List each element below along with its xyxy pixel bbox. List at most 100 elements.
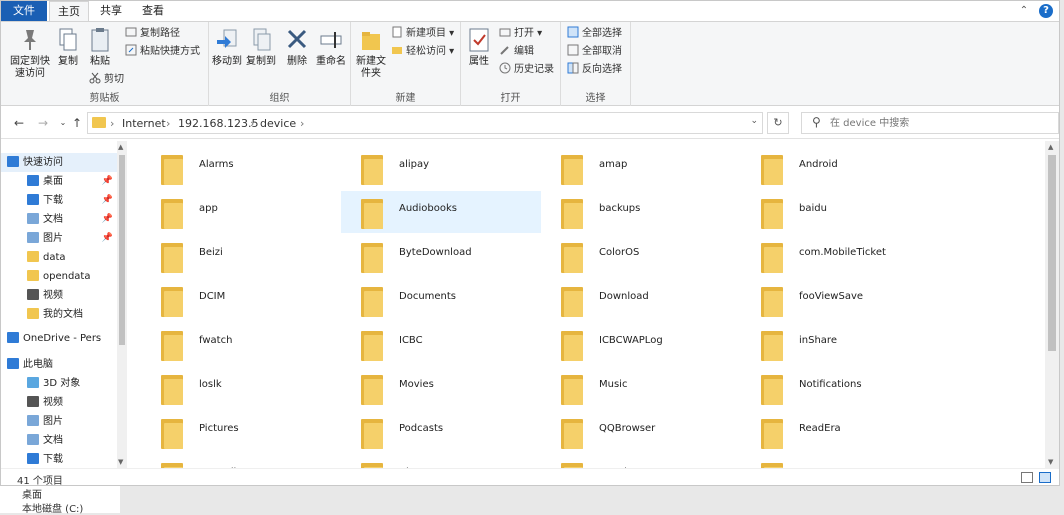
large-icons-view-icon[interactable]	[1039, 472, 1051, 483]
folder-tile[interactable]: Podcasts	[341, 411, 541, 453]
delete-button[interactable]: 删除	[283, 26, 311, 68]
folder-tile[interactable]: Notifications	[741, 367, 941, 409]
edit-button[interactable]: 编辑	[499, 44, 534, 60]
scissors-icon	[89, 72, 101, 84]
properties-button[interactable]: 属性	[465, 26, 493, 68]
sidebar-item-7[interactable]: opendata	[1, 267, 117, 286]
folder-tile[interactable]: backups	[541, 191, 741, 233]
copy-path-button[interactable]: 复制路径	[125, 26, 180, 42]
folder-tile[interactable]: SysOP	[741, 455, 941, 468]
folder-tile[interactable]: Download	[541, 279, 741, 321]
folder-tile[interactable]: ReadEra	[741, 411, 941, 453]
easy-access-button[interactable]: 轻松访问 ▾	[391, 44, 454, 60]
navigation-pane-scroll-thumb[interactable]	[119, 155, 125, 345]
copy-to-button[interactable]: 复制到	[245, 26, 277, 68]
breadcrumb-host[interactable]: 192.168.123.5	[178, 117, 258, 130]
folder-tile[interactable]: DCIM	[141, 279, 341, 321]
scroll-up-arrow-icon[interactable]: ▲	[118, 143, 123, 151]
folder-tile[interactable]: ICBC	[341, 323, 541, 365]
scroll-down-arrow-icon[interactable]: ▼	[118, 458, 123, 466]
new-item-button[interactable]: 新建项目 ▾	[391, 26, 454, 42]
sidebar-item-9[interactable]: 我的文档	[1, 305, 117, 324]
sidebar-item-15[interactable]: 文档	[1, 431, 117, 450]
invert-selection-button[interactable]: 反向选择	[567, 62, 622, 78]
history-icon	[499, 62, 511, 74]
folder-tile[interactable]: Movies	[341, 367, 541, 409]
folder-tile[interactable]: loslk	[141, 367, 341, 409]
sidebar-item-12[interactable]: 3D 对象	[1, 374, 117, 393]
sidebar-item-2[interactable]: 桌面 📌	[1, 172, 117, 191]
folder-tile[interactable]: amap	[541, 147, 741, 189]
folder-tile[interactable]: Alarms	[141, 147, 341, 189]
breadcrumb-internet[interactable]: Internet	[122, 117, 166, 130]
paste-shortcut-button[interactable]: 粘贴快捷方式	[125, 44, 200, 60]
folder-tile[interactable]: Pictures	[141, 411, 341, 453]
sidebar-item-16[interactable]: 下载	[1, 450, 117, 468]
content-scrollbar[interactable]: ▲ ▼	[1045, 141, 1059, 468]
folder-name: com.MobileTicket	[799, 247, 886, 258]
forward-arrow-icon[interactable]: →	[35, 115, 51, 131]
folder-icon	[561, 331, 583, 361]
content-scroll-thumb[interactable]	[1048, 155, 1056, 351]
sidebar-item-13[interactable]: 视频	[1, 393, 117, 412]
tab-home[interactable]: 主页	[49, 1, 89, 21]
tab-file[interactable]: 文件	[1, 1, 47, 21]
details-view-icon[interactable]	[1021, 472, 1033, 483]
scroll-down-arrow-icon[interactable]: ▼	[1048, 458, 1053, 466]
help-icon[interactable]: ?	[1039, 4, 1053, 18]
folder-tile[interactable]: baidu	[741, 191, 941, 233]
folder-tile[interactable]: Sunology.Dave	[541, 455, 741, 468]
sidebar-item-10[interactable]: OneDrive - Pers	[1, 329, 117, 348]
folder-tile[interactable]: ColorOS	[541, 235, 741, 277]
folder-tile[interactable]: inShare	[741, 323, 941, 365]
copy-button[interactable]: 复制	[55, 26, 81, 68]
folder-tile[interactable]: Documents	[341, 279, 541, 321]
sidebar-item-8[interactable]: 视频	[1, 286, 117, 305]
folder-tile[interactable]: QQBrowser	[541, 411, 741, 453]
scroll-up-arrow-icon[interactable]: ▲	[1048, 143, 1053, 151]
folder-tile[interactable]: com.MobileTicket	[741, 235, 941, 277]
select-all-button[interactable]: 全部选择	[567, 26, 622, 42]
move-to-button[interactable]: 移动到	[211, 26, 243, 68]
folder-tile[interactable]: Beizi	[141, 235, 341, 277]
folder-tile[interactable]: fwatch	[141, 323, 341, 365]
new-folder-button[interactable]: 新建文件夹	[355, 26, 387, 80]
address-bar[interactable]: › Internet › 192.168.123.5 › device › ⌄	[87, 112, 763, 134]
select-none-button[interactable]: 全部取消	[567, 44, 622, 60]
folder-tile[interactable]: Recordings	[141, 455, 341, 468]
breadcrumb-device[interactable]: device	[260, 117, 296, 130]
folder-tile[interactable]: Music	[541, 367, 741, 409]
open-button[interactable]: 打开 ▾	[499, 26, 542, 42]
sidebar-item-1[interactable]: 快速访问	[1, 153, 117, 172]
folder-tile[interactable]: Audiobooks	[341, 191, 541, 233]
pin-quick-access-button[interactable]: 固定到快速访问	[7, 26, 53, 80]
search-input[interactable]	[830, 116, 1050, 130]
folder-name: baidu	[799, 203, 827, 214]
folder-tile[interactable]: ICBCWAPLog	[541, 323, 741, 365]
cut-button[interactable]: 剪切	[89, 72, 124, 88]
history-button[interactable]: 历史记录	[499, 62, 554, 78]
paste-button[interactable]: 粘贴	[85, 26, 115, 68]
sidebar-item-4[interactable]: 文档 📌	[1, 210, 117, 229]
back-arrow-icon[interactable]: ←	[11, 115, 27, 131]
folder-tile[interactable]: alipay	[341, 147, 541, 189]
sidebar-item-5[interactable]: 图片 📌	[1, 229, 117, 248]
tab-view[interactable]: 查看	[133, 1, 173, 21]
refresh-icon[interactable]: ↻	[767, 112, 789, 134]
sidebar-item-3[interactable]: 下载 📌	[1, 191, 117, 210]
rename-button[interactable]: 重命名	[313, 26, 349, 68]
navigation-pane-scrollbar[interactable]: ▲ ▼	[117, 141, 127, 468]
folder-tile[interactable]: ByteDownload	[341, 235, 541, 277]
sidebar-item-14[interactable]: 图片	[1, 412, 117, 431]
sidebar-item-6[interactable]: data	[1, 248, 117, 267]
sidebar-item-11[interactable]: 此电脑	[1, 355, 117, 374]
breadcrumb-separator: ›	[300, 117, 305, 130]
collapse-ribbon-chevron-icon[interactable]: ⌃	[1017, 4, 1031, 18]
folder-tile[interactable]: Ringtones	[341, 455, 541, 468]
up-arrow-icon[interactable]: ↑	[69, 115, 85, 131]
folder-tile[interactable]: Android	[741, 147, 941, 189]
address-dropdown-chevron-icon[interactable]: ⌄	[750, 116, 758, 126]
folder-tile[interactable]: app	[141, 191, 341, 233]
folder-tile[interactable]: fooViewSave	[741, 279, 941, 321]
tab-share[interactable]: 共享	[91, 1, 131, 21]
